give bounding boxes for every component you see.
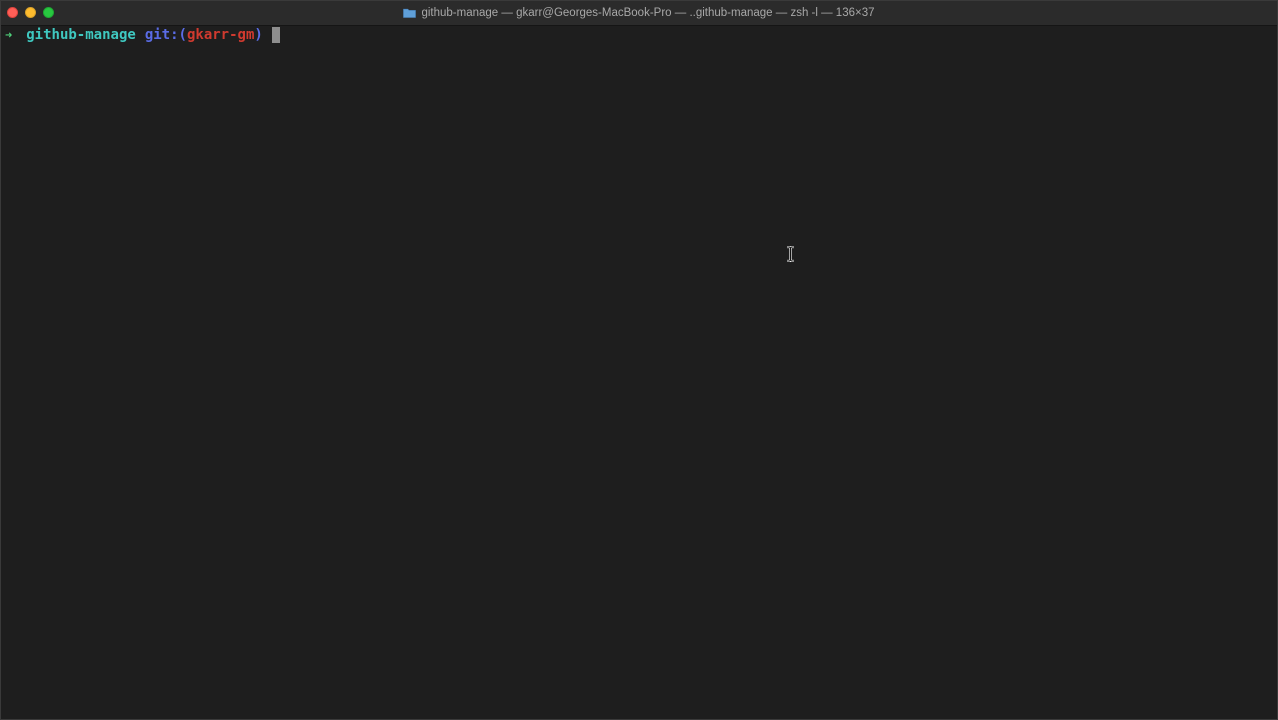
git-branch: gkarr-gm [186,27,255,43]
window-title-group: github-manage — gkarr@Georges-MacBook-Pr… [403,7,875,19]
terminal-window: github-manage — gkarr@Georges-MacBook-Pr… [0,0,1278,720]
minimize-window-button[interactable] [25,7,36,18]
prompt-arrow-icon: ➜ [5,28,13,42]
ibeam-pointer-icon [787,246,794,262]
text-cursor [271,27,280,43]
close-window-button[interactable] [7,7,18,18]
paren-close: ) [254,27,263,43]
prompt-line: ➜ github-manage git:(gkarr-gm) [5,26,1277,44]
folder-icon [403,8,417,18]
zoom-window-button[interactable] [43,7,54,18]
current-directory: github-manage [26,27,136,43]
paren-open: ( [178,27,187,43]
window-controls [7,7,54,18]
terminal-output[interactable]: ➜ github-manage git:(gkarr-gm) [1,26,1277,719]
title-bar[interactable]: github-manage — gkarr@Georges-MacBook-Pr… [1,1,1277,26]
git-prefix: git: [144,27,179,43]
window-title: github-manage — gkarr@Georges-MacBook-Pr… [421,7,875,19]
